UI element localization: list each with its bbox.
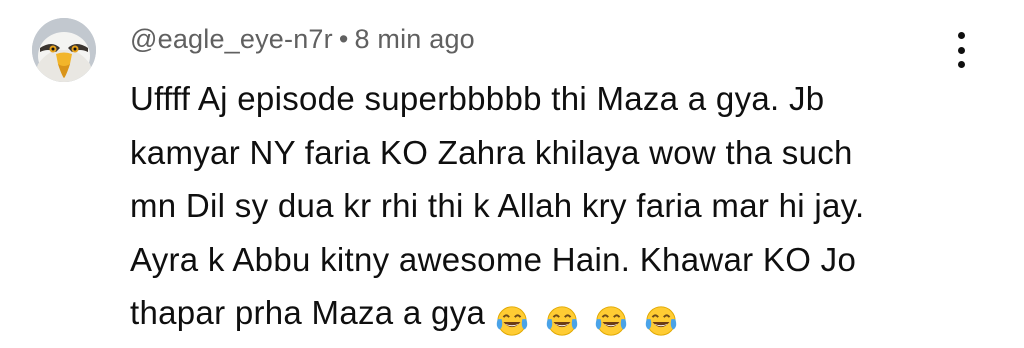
comment-line: mn Dil sy dua kr rhi thi k Allah kry far…	[130, 187, 865, 224]
comment-thread-item: @eagle_eye-n7r • 8 min ago Uffff Aj episod…	[0, 0, 1024, 348]
author-name[interactable]: @eagle_eye-n7r	[130, 24, 333, 54]
meta-separator: •	[338, 24, 349, 54]
comment-line: thapar prha Maza a gya	[130, 294, 486, 331]
more-vertical-icon	[957, 61, 965, 68]
more-vertical-icon	[957, 32, 965, 39]
tears-of-joy-emoji-icon	[546, 306, 577, 336]
comment-action-menu-button[interactable]	[944, 28, 978, 72]
tears-of-joy-emoji-icon	[595, 306, 627, 336]
tears-of-joy-emoji-icon	[496, 306, 528, 336]
comment-timestamp[interactable]: 8 min ago	[355, 24, 475, 54]
more-vertical-icon	[957, 46, 965, 54]
comment-header: @eagle_eye-n7r • 8 min ago	[130, 24, 475, 55]
comment-last-line: thapar prha Maza a gya	[130, 286, 950, 346]
comment-line: Uffff Aj episode superbbbbb thi Maza a g…	[130, 80, 825, 117]
avatar[interactable]	[32, 18, 96, 82]
tears-of-joy-emoji-icon	[645, 306, 676, 336]
comment-body: Uffff Aj episode superbbbbb thi Maza a g…	[130, 72, 950, 346]
comment-line: kamyar NY faria KO Zahra khilaya wow tha…	[130, 133, 853, 171]
emoji-group	[495, 292, 683, 346]
eagle-avatar-icon	[32, 18, 96, 82]
comment-line: Ayra k Abbu kitny awesome Hain. Khawar K…	[130, 240, 857, 278]
